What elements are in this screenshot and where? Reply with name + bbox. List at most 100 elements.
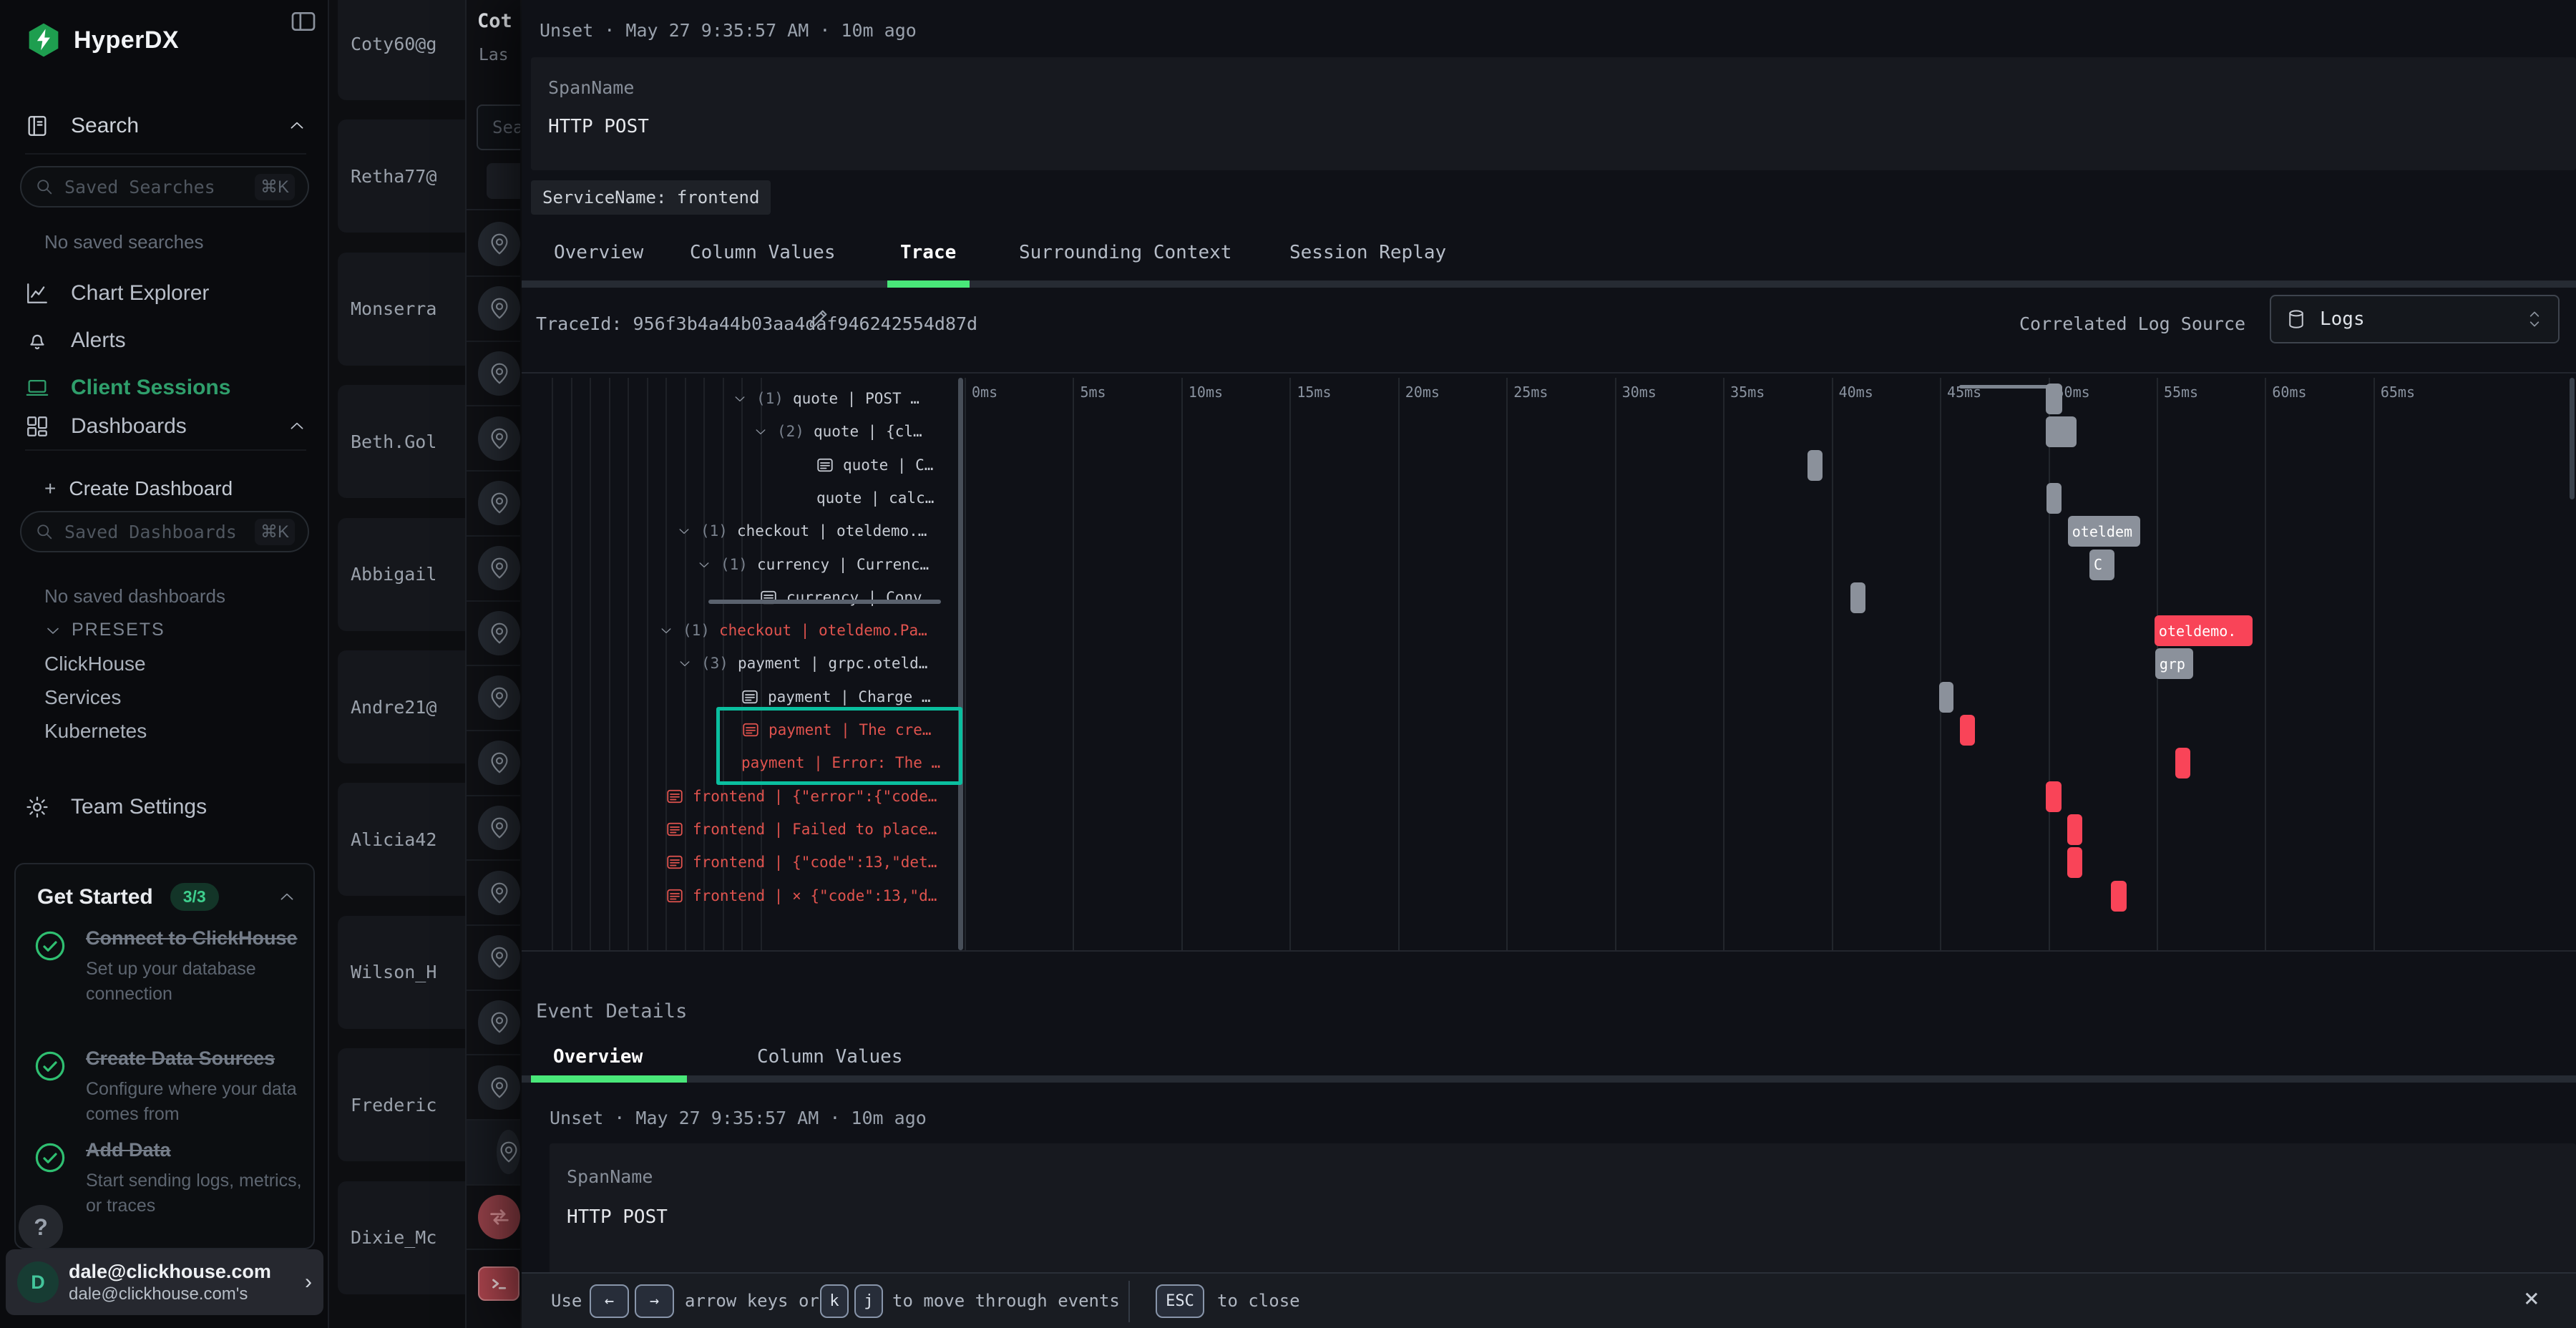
location-event-row[interactable] bbox=[467, 861, 520, 926]
saved-dashboards-input[interactable]: Saved Dashboards ⌘K bbox=[20, 511, 309, 552]
location-event-row[interactable] bbox=[467, 406, 520, 472]
sidebar-item-chart-explorer[interactable]: Chart Explorer bbox=[25, 273, 306, 313]
flyout-button[interactable] bbox=[487, 163, 522, 199]
span-duration-bar[interactable] bbox=[2067, 814, 2083, 845]
log-source-select[interactable]: Logs bbox=[2270, 295, 2560, 343]
span-duration-bar[interactable] bbox=[2111, 881, 2127, 912]
session-card[interactable]: Frederic bbox=[338, 1048, 465, 1161]
tree-vertical-scrollbar[interactable] bbox=[958, 378, 963, 950]
location-event-row[interactable] bbox=[467, 990, 520, 1055]
trace-tree-row[interactable]: (1) checkout | oteldemo.… bbox=[677, 514, 927, 547]
span-duration-bar[interactable] bbox=[1807, 450, 1823, 481]
axis-tick-label: 5ms bbox=[1080, 384, 1106, 401]
trace-tree-row[interactable]: (1) quote | POST … bbox=[733, 382, 919, 415]
span-duration-bar[interactable] bbox=[2046, 384, 2062, 414]
location-event-row[interactable] bbox=[467, 1055, 520, 1120]
map-pin-icon bbox=[478, 286, 520, 331]
chevron-up-icon[interactable] bbox=[278, 888, 296, 907]
help-button[interactable]: ? bbox=[19, 1205, 63, 1249]
sidebar-item-search[interactable]: Search bbox=[25, 109, 306, 155]
location-event-row[interactable] bbox=[467, 472, 520, 537]
session-card[interactable]: Coty60@g bbox=[338, 0, 465, 100]
location-event-row[interactable] bbox=[467, 212, 520, 277]
tab-session-replay[interactable]: Session Replay bbox=[1289, 242, 1446, 263]
service-name-chip[interactable]: ServiceName: frontend bbox=[531, 180, 771, 215]
span-duration-bar[interactable] bbox=[1850, 582, 1865, 613]
span-duration-bar[interactable] bbox=[2067, 847, 2083, 878]
sidebar-item-team-settings[interactable]: Team Settings bbox=[25, 787, 306, 827]
event-row-error[interactable] bbox=[467, 1251, 520, 1316]
get-started-item[interactable]: Connect to ClickHouseSet up your databas… bbox=[33, 924, 302, 1006]
location-event-row[interactable] bbox=[467, 601, 520, 666]
span-duration-bar[interactable] bbox=[2046, 781, 2061, 812]
span-duration-bar[interactable]: C bbox=[2089, 550, 2114, 580]
session-card[interactable]: Abbigail bbox=[338, 518, 465, 631]
trace-tree-row[interactable]: frontend | Failed to place… bbox=[666, 813, 937, 846]
trace-tree-row[interactable]: (2) quote | {cl… bbox=[753, 415, 922, 448]
trace-waterfall: (1) quote | POST … (2) quote | {cl… quot… bbox=[522, 378, 2576, 952]
sidebar-item-services[interactable]: Services bbox=[44, 686, 121, 709]
get-started-card: Get Started 3/3 Connect to ClickHouseSet… bbox=[14, 863, 315, 1249]
tree-horizontal-scrollbar[interactable] bbox=[708, 600, 941, 604]
tab-overview[interactable]: Overview bbox=[554, 242, 643, 263]
location-event-row[interactable] bbox=[467, 341, 520, 406]
tab-column-values[interactable]: Column Values bbox=[690, 242, 836, 263]
location-event-row[interactable] bbox=[467, 731, 520, 796]
collapse-sidebar-icon[interactable] bbox=[289, 7, 318, 36]
trace-tree-row[interactable]: quote | calc… bbox=[816, 482, 934, 514]
user-menu[interactable]: D dale@clickhouse.com dale@clickhouse.co… bbox=[6, 1249, 323, 1315]
get-started-item[interactable]: Create Data SourcesConfigure where your … bbox=[33, 1045, 302, 1126]
waterfall-vertical-scrollbar[interactable] bbox=[2570, 378, 2575, 499]
session-card[interactable]: Andre21@ bbox=[338, 650, 465, 763]
close-icon[interactable]: × bbox=[2524, 1284, 2540, 1313]
tab-surrounding-context[interactable]: Surrounding Context bbox=[1019, 242, 1231, 263]
span-duration-bar[interactable] bbox=[2175, 748, 2190, 778]
map-pin-icon bbox=[478, 675, 520, 720]
span-duration-bar[interactable] bbox=[2046, 483, 2062, 514]
session-card[interactable]: Dixie_Mc bbox=[338, 1181, 465, 1294]
presets-toggle[interactable]: PRESETS bbox=[44, 620, 165, 640]
location-event-row[interactable] bbox=[467, 666, 520, 731]
trace-tree-row[interactable]: (1) currency | Currenc… bbox=[697, 548, 929, 581]
gridline bbox=[1940, 378, 1941, 950]
event-details-tab-column-values[interactable]: Column Values bbox=[757, 1046, 903, 1068]
span-duration-bar[interactable]: oteldemo. bbox=[2155, 615, 2253, 646]
create-dashboard-button[interactable]: +Create Dashboard bbox=[44, 477, 233, 500]
location-event-row[interactable] bbox=[467, 1120, 520, 1186]
sidebar-item-alerts[interactable]: Alerts bbox=[25, 321, 306, 361]
flyout-search-input[interactable]: Sea bbox=[477, 104, 522, 150]
location-event-row[interactable] bbox=[467, 537, 520, 602]
span-duration-bar[interactable] bbox=[1960, 715, 1975, 746]
span-duration-bar[interactable]: grp bbox=[2155, 648, 2193, 679]
span-duration-bar[interactable] bbox=[1939, 682, 1953, 713]
session-card[interactable]: Retha77@ bbox=[338, 119, 465, 233]
event-row-navigate[interactable] bbox=[467, 1185, 520, 1250]
sidebar-item-client-sessions[interactable]: Client Sessions bbox=[25, 368, 306, 408]
tab-trace[interactable]: Trace bbox=[900, 242, 956, 263]
edit-icon[interactable] bbox=[808, 306, 831, 329]
session-card[interactable]: Beth.Gol bbox=[338, 385, 465, 498]
trace-tree-row[interactable]: quote | C… bbox=[816, 449, 933, 482]
saved-searches-input[interactable]: Saved Searches ⌘K bbox=[20, 166, 309, 208]
trace-tree-row[interactable]: frontend | {"code":13,"det… bbox=[666, 846, 937, 879]
hyperdx-logo-icon[interactable] bbox=[25, 21, 62, 59]
sidebar-item-clickhouse[interactable]: ClickHouse bbox=[44, 653, 146, 675]
trace-tree-row[interactable]: frontend | × {"code":13,"d… bbox=[666, 879, 937, 912]
trace-tree-row[interactable]: (3) payment | grpc.oteld… bbox=[678, 647, 927, 680]
location-event-row[interactable] bbox=[467, 926, 520, 991]
span-label: quote | POST … bbox=[793, 390, 919, 407]
sidebar-item-kubernetes[interactable]: Kubernetes bbox=[44, 720, 147, 743]
child-count: (1) bbox=[683, 622, 710, 639]
trace-tree-row[interactable]: (1) checkout | oteldemo.Pa… bbox=[659, 614, 927, 647]
sidebar-item-dashboards[interactable]: Dashboards bbox=[25, 411, 306, 451]
location-event-row[interactable] bbox=[467, 277, 520, 342]
session-card[interactable]: Monserra bbox=[338, 253, 465, 366]
event-details-tab-overview[interactable]: Overview bbox=[553, 1046, 643, 1068]
trace-tree-row[interactable]: currency | Conv… bbox=[760, 581, 931, 614]
span-duration-bar[interactable]: oteldem bbox=[2068, 516, 2140, 547]
session-card[interactable]: Alicia42 bbox=[338, 783, 465, 896]
session-card[interactable]: Wilson_H bbox=[338, 916, 465, 1029]
location-event-row[interactable] bbox=[467, 796, 520, 861]
span-duration-bar[interactable] bbox=[2046, 416, 2076, 447]
get-started-item[interactable]: Add DataStart sending logs, metrics, or … bbox=[33, 1136, 302, 1218]
